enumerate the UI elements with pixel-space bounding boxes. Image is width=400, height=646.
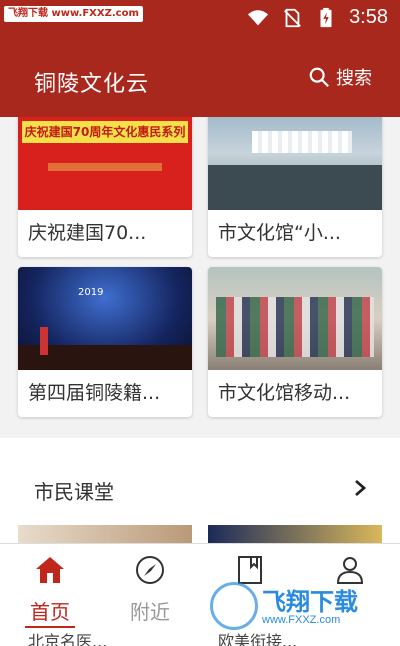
children-figures	[252, 131, 352, 153]
tab-label: 附近	[130, 600, 170, 624]
app-title: 铜陵文化云	[34, 72, 150, 97]
wifi-icon	[247, 9, 269, 25]
stage-caption: 2019	[78, 287, 104, 298]
watermark-bottom: 飞翔下载 www.FXXZ.com	[204, 578, 390, 634]
peek-card-title: 北京名医...	[18, 628, 192, 646]
app-bar: 铜陵文化云 搜索	[0, 42, 400, 117]
card-activity[interactable]: 市文化馆移动...	[208, 267, 382, 417]
tab-label: 首页	[30, 600, 70, 624]
content-area[interactable]: 庆祝建国70周年文化惠民系列 庆祝建国70... 市文化馆“小... 2019 …	[0, 117, 400, 543]
no-sim-icon	[284, 8, 301, 27]
battery-charging-icon	[320, 7, 332, 27]
section-thumb[interactable]	[18, 525, 192, 543]
card-activity[interactable]: 2019 第四届铜陵籍...	[18, 267, 192, 417]
card-title: 市文化馆移动...	[218, 382, 351, 404]
section-title: 市民课堂	[34, 480, 114, 504]
watermark-top: 飞翔下载 www.FXXZ.com	[4, 6, 143, 22]
card-image	[208, 267, 382, 370]
crowd	[216, 297, 374, 357]
card-image: 庆祝建国70周年文化惠民系列	[18, 117, 192, 210]
card-activity[interactable]: 市文化馆“小...	[208, 117, 382, 257]
card-title: 市文化馆“小...	[218, 222, 341, 244]
card-image	[208, 117, 382, 210]
section-thumb[interactable]	[208, 525, 382, 543]
performer	[40, 327, 48, 355]
status-bar: 飞翔下载 www.FXXZ.com 3:58	[0, 0, 400, 42]
card-title: 庆祝建国70...	[28, 222, 147, 244]
search-button[interactable]: 搜索	[308, 64, 372, 90]
card-image: 2019	[18, 267, 192, 370]
banner-text: 庆祝建国70周年文化惠民系列	[22, 121, 188, 143]
compass-icon	[136, 556, 164, 584]
status-icons: 3:58	[247, 6, 388, 29]
stage-floor	[208, 165, 382, 210]
chevron-right-icon[interactable]	[350, 478, 370, 498]
home-icon	[36, 557, 64, 583]
watermark-url: www.FXXZ.com	[262, 614, 341, 626]
status-time: 3:58	[349, 6, 388, 28]
card-activity[interactable]: 庆祝建国70周年文化惠民系列 庆祝建国70...	[18, 117, 192, 257]
watermark-text: 飞翔下载	[262, 588, 358, 616]
banner-line	[48, 163, 162, 171]
section-citizen-classroom: 市民课堂	[0, 438, 400, 543]
search-icon	[309, 67, 329, 87]
card-title: 第四届铜陵籍...	[28, 382, 161, 404]
search-label: 搜索	[336, 68, 372, 89]
watermark-logo-icon	[210, 582, 258, 630]
